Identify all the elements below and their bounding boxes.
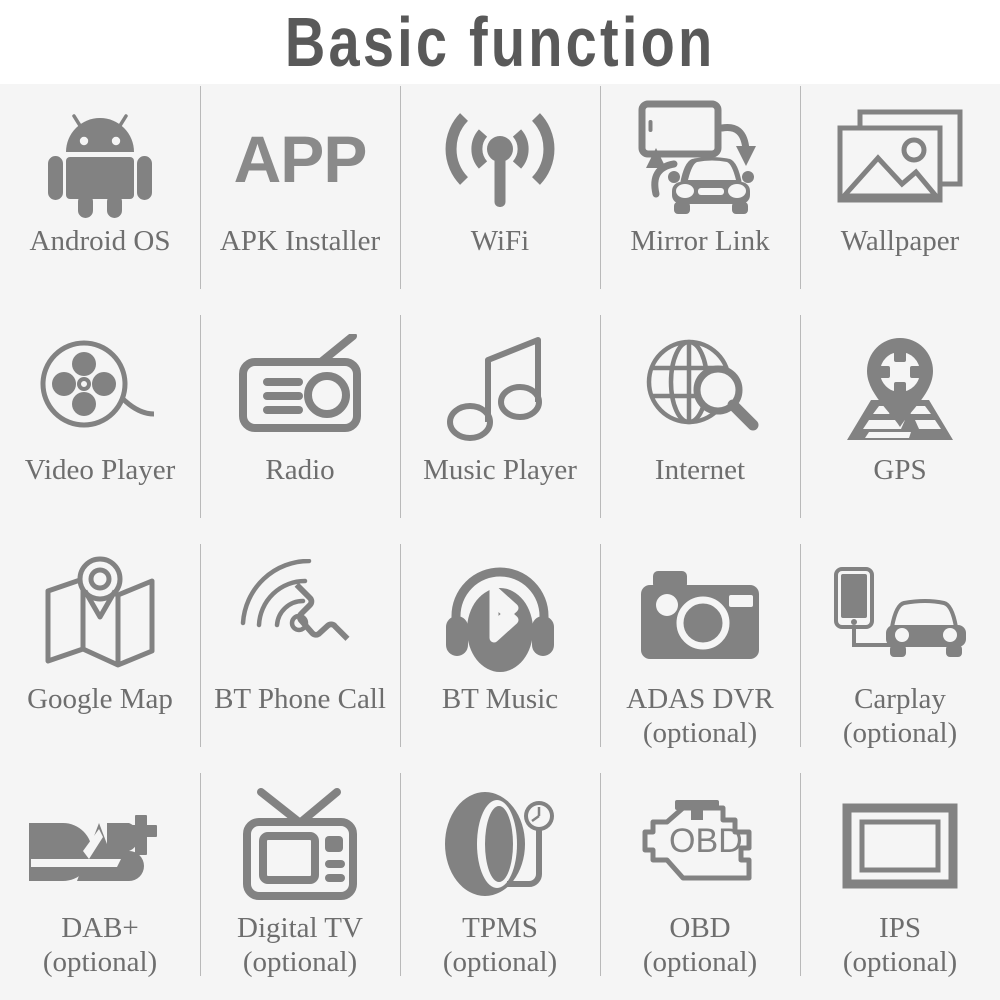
feature-cell-digital-tv[interactable]: Digital TV (optional) bbox=[200, 771, 400, 1000]
wifi-signal-icon bbox=[425, 98, 575, 220]
bluetooth-headphones-icon bbox=[425, 556, 575, 678]
camera-icon bbox=[625, 556, 775, 678]
phone-handset-icon bbox=[225, 556, 375, 678]
feature-label-main: Digital TV bbox=[237, 912, 363, 944]
feature-cell-dab-plus[interactable]: DAB+ (optional) bbox=[0, 771, 200, 1000]
feature-label: ADAS DVR (optional) bbox=[602, 682, 798, 750]
feature-cell-radio[interactable]: Radio bbox=[200, 313, 400, 542]
music-note-icon bbox=[425, 327, 575, 449]
dab-plus-wordmark-icon bbox=[25, 785, 175, 907]
feature-label-main: TPMS bbox=[462, 912, 538, 944]
feature-label: Google Map bbox=[2, 682, 198, 716]
feature-label-main: OBD bbox=[669, 912, 731, 944]
feature-label-main: IPS bbox=[879, 912, 921, 944]
feature-cell-gps[interactable]: GPS bbox=[800, 313, 1000, 542]
phone-car-link-icon bbox=[825, 556, 975, 678]
feature-label: Wallpaper bbox=[802, 224, 998, 258]
feature-cell-wallpaper[interactable]: Wallpaper bbox=[800, 84, 1000, 313]
feature-label-main: Carplay bbox=[854, 683, 946, 715]
feature-label-main: GPS bbox=[873, 454, 927, 486]
feature-label-main: Mirror Link bbox=[630, 225, 770, 257]
feature-label: BT Phone Call bbox=[202, 682, 398, 716]
feature-cell-music-player[interactable]: Music Player bbox=[400, 313, 600, 542]
feature-label-main: Radio bbox=[265, 454, 335, 486]
feature-label-main: Google Map bbox=[27, 683, 173, 715]
globe-search-icon bbox=[625, 327, 775, 449]
page-title: Basic function bbox=[284, 3, 716, 81]
feature-label-sub: (optional) bbox=[842, 946, 958, 978]
basic-function-feature-grid-page: Basic function Android OS APP APK Instal… bbox=[0, 0, 1000, 1000]
feature-cell-carplay[interactable]: Carplay (optional) bbox=[800, 542, 1000, 771]
feature-label-main: APK Installer bbox=[219, 225, 381, 257]
feature-label-sub: (optional) bbox=[642, 946, 758, 978]
radio-set-icon bbox=[225, 327, 375, 449]
feature-label: APK Installer bbox=[202, 224, 398, 258]
feature-cell-google-map[interactable]: Google Map bbox=[0, 542, 200, 771]
feature-label: DAB+ (optional) bbox=[2, 911, 198, 979]
feature-cell-tpms[interactable]: TPMS (optional) bbox=[400, 771, 600, 1000]
android-robot-icon bbox=[25, 98, 175, 220]
gps-pin-road-icon bbox=[825, 327, 975, 449]
feature-cell-apk-installer[interactable]: APP APK Installer bbox=[200, 84, 400, 313]
feature-label-main: BT Music bbox=[441, 683, 559, 715]
feature-label-main: Internet bbox=[654, 454, 746, 486]
engine-obd-icon: OBD bbox=[625, 785, 775, 907]
feature-label: TPMS (optional) bbox=[402, 911, 598, 979]
obd-text: OBD bbox=[669, 822, 743, 860]
feature-cell-adas-dvr[interactable]: ADAS DVR (optional) bbox=[600, 542, 800, 771]
mirror-link-icon bbox=[625, 98, 775, 220]
television-icon bbox=[225, 785, 375, 907]
feature-label: Android OS bbox=[2, 224, 198, 258]
feature-label-main: ADAS DVR bbox=[626, 683, 774, 715]
feature-label-sub: (optional) bbox=[642, 717, 758, 749]
wallpaper-photos-icon bbox=[825, 98, 975, 220]
feature-label: Music Player bbox=[402, 453, 598, 487]
feature-label-sub: (optional) bbox=[842, 717, 958, 749]
app-wordmark-text: APP bbox=[233, 122, 368, 196]
feature-label-main: BT Phone Call bbox=[214, 683, 386, 715]
feature-cell-obd[interactable]: OBD OBD (optional) bbox=[600, 771, 800, 1000]
page-header: Basic function bbox=[0, 0, 1000, 84]
feature-label-main: Wallpaper bbox=[840, 225, 960, 257]
feature-label: Mirror Link bbox=[602, 224, 798, 258]
feature-label: IPS (optional) bbox=[802, 911, 998, 979]
feature-cell-bt-music[interactable]: BT Music bbox=[400, 542, 600, 771]
feature-cell-video-player[interactable]: Video Player bbox=[0, 313, 200, 542]
feature-grid: Android OS APP APK Installer WiFi Mirror… bbox=[0, 84, 1000, 1000]
tire-gauge-icon bbox=[425, 785, 575, 907]
feature-cell-wifi[interactable]: WiFi bbox=[400, 84, 600, 313]
feature-label-main: DAB+ bbox=[61, 912, 139, 944]
feature-label: OBD (optional) bbox=[602, 911, 798, 979]
feature-label: BT Music bbox=[402, 682, 598, 716]
feature-cell-mirror-link[interactable]: Mirror Link bbox=[600, 84, 800, 313]
feature-label: Internet bbox=[602, 453, 798, 487]
feature-label-main: WiFi bbox=[470, 225, 530, 257]
feature-label: GPS bbox=[802, 453, 998, 487]
feature-label-main: Android OS bbox=[29, 225, 171, 257]
feature-cell-bt-phone-call[interactable]: BT Phone Call bbox=[200, 542, 400, 771]
feature-label-sub: (optional) bbox=[42, 946, 158, 978]
feature-label-main: Video Player bbox=[24, 454, 176, 486]
app-wordmark-icon: APP bbox=[225, 98, 375, 220]
feature-cell-internet[interactable]: Internet bbox=[600, 313, 800, 542]
feature-label: Carplay (optional) bbox=[802, 682, 998, 750]
ips-screen-icon bbox=[825, 785, 975, 907]
film-reel-icon bbox=[25, 327, 175, 449]
feature-label-sub: (optional) bbox=[242, 946, 358, 978]
feature-label-sub: (optional) bbox=[442, 946, 558, 978]
feature-label-main: Music Player bbox=[423, 454, 577, 486]
feature-label: Radio bbox=[202, 453, 398, 487]
feature-label: WiFi bbox=[402, 224, 598, 258]
feature-cell-ips[interactable]: IPS (optional) bbox=[800, 771, 1000, 1000]
folded-map-pin-icon bbox=[25, 556, 175, 678]
feature-label: Digital TV (optional) bbox=[202, 911, 398, 979]
feature-cell-android-os[interactable]: Android OS bbox=[0, 84, 200, 313]
feature-label: Video Player bbox=[2, 453, 198, 487]
